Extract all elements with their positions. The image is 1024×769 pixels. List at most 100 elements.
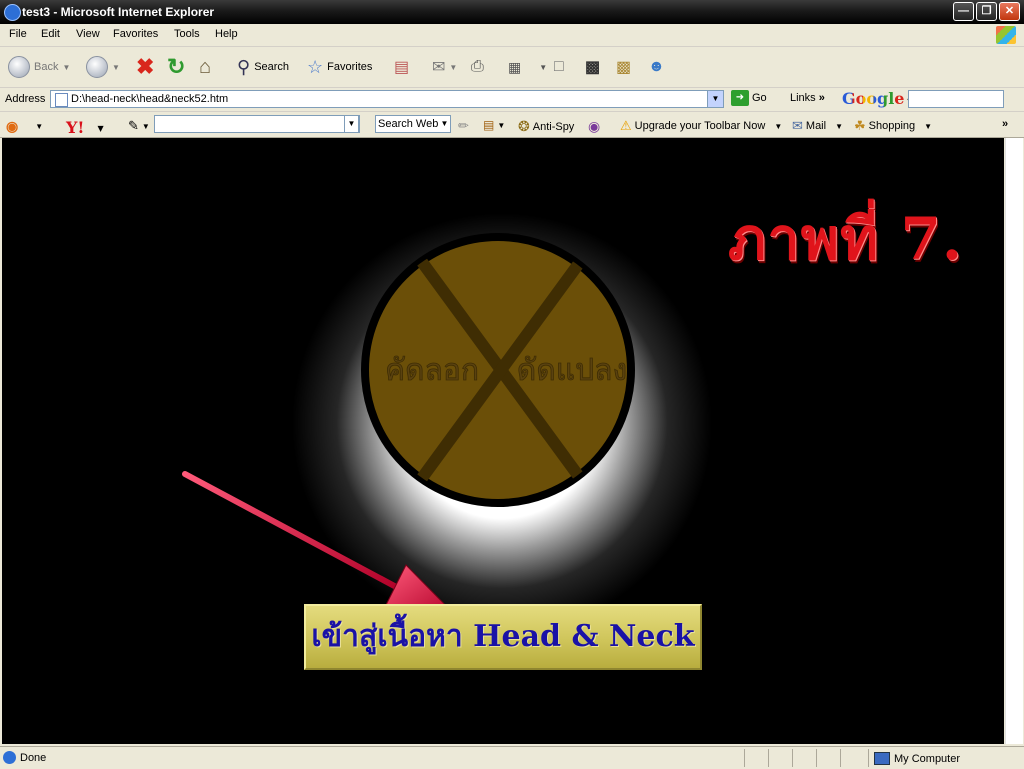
go-arrow-icon: ➜ xyxy=(731,90,749,106)
links-button[interactable]: Links » xyxy=(790,92,825,104)
forward-arrow-icon xyxy=(86,56,108,78)
chevron-down-icon[interactable]: ▼ xyxy=(344,115,359,133)
media-button[interactable]: ▩ xyxy=(616,55,631,79)
shopping-bag-icon: ☘ xyxy=(854,118,866,133)
chevron-down-icon: ▼ xyxy=(62,62,71,72)
search-label: Search xyxy=(254,61,290,73)
messenger-button[interactable]: ☻ xyxy=(648,55,665,79)
history-button[interactable]: ▤ xyxy=(394,55,409,79)
refresh-button[interactable]: ↻ xyxy=(167,54,186,79)
print-button[interactable]: ⎙ xyxy=(471,55,484,79)
address-bar: Address D:\head-neck\head&neck52.htm ▼ ➜… xyxy=(0,88,1024,112)
pencil-icon: ✎ xyxy=(128,118,139,133)
chevron-down-icon[interactable]: ▼ xyxy=(707,91,723,107)
computer-icon xyxy=(874,752,890,765)
status-bar: Done My Computer xyxy=(0,746,1024,769)
edit-button[interactable]: ▦ ▼ xyxy=(508,55,547,79)
anti-spy-icon: ❂ xyxy=(518,118,530,134)
yahoo-button[interactable]: Y! ▼ xyxy=(66,118,104,137)
yahoo-logo-icon: Y! xyxy=(66,118,85,137)
address-input[interactable]: D:\head-neck\head&neck52.htm ▼ xyxy=(50,90,724,108)
highlight-button[interactable]: ✏ xyxy=(458,118,469,134)
mail-link[interactable]: ✉ Mail ▼ xyxy=(792,118,843,134)
pencil-button[interactable]: ✎ ▼ xyxy=(128,118,150,134)
research-button[interactable]: ▩ xyxy=(585,55,600,79)
discuss-button[interactable]: □ xyxy=(554,55,564,79)
favorites-label: Favorites xyxy=(327,61,373,73)
star-icon: ☆ xyxy=(307,56,324,77)
menu-file[interactable]: File xyxy=(9,28,27,40)
google-label: Google xyxy=(842,89,905,108)
discuss-icon: □ xyxy=(554,58,564,75)
go-button[interactable]: ➜ Go xyxy=(731,90,767,106)
windows-logo-icon xyxy=(996,26,1016,44)
standard-toolbar: Back ▼ ▼ ✖ ↻ ⌂ ⚲ Search ☆ Favorites ▤ ✉ ▼… xyxy=(0,47,1024,88)
mail-label: Mail xyxy=(805,120,827,132)
history-icon: ▤ xyxy=(394,59,410,76)
menu-view[interactable]: View xyxy=(76,28,100,40)
forward-button[interactable]: ▼ xyxy=(86,55,120,79)
yahoo-search-input[interactable] xyxy=(154,115,360,133)
warning-icon: ⚠ xyxy=(620,118,632,133)
favorites-button[interactable]: ☆ Favorites xyxy=(307,55,372,79)
links-label: Links xyxy=(790,92,816,104)
search-button[interactable]: ⚲ Search xyxy=(237,55,289,79)
status-text: Done xyxy=(20,752,47,764)
minimize-button[interactable]: — xyxy=(953,2,974,21)
back-button[interactable]: Back ▼ xyxy=(8,55,70,79)
headphones-button[interactable]: ◉ xyxy=(588,118,600,135)
google-search-input[interactable] xyxy=(908,90,1004,108)
anti-spy-button[interactable]: ❂ Anti-Spy xyxy=(518,118,574,135)
edit-icon: ▦ xyxy=(508,58,522,75)
media-icon: ▩ xyxy=(616,59,632,76)
upgrade-label: Upgrade your Toolbar Now xyxy=(634,120,766,132)
messenger-icon: ☻ xyxy=(648,58,665,75)
home-button[interactable]: ⌂ xyxy=(199,55,211,79)
page-content: คัดลอก ดัดแปลง ภาพที่ 7. เข้าสู่เนื้อหา … xyxy=(2,138,1004,744)
menu-tools[interactable]: Tools xyxy=(174,28,200,40)
shopping-link[interactable]: ☘ Shopping ▼ xyxy=(854,118,932,134)
home-icon: ⌂ xyxy=(199,55,212,78)
calendar-icon: ▤ xyxy=(483,118,495,132)
window-title: test3 - Microsoft Internet Explorer xyxy=(22,5,215,19)
vertical-scrollbar[interactable] xyxy=(1005,138,1023,744)
maximize-button[interactable]: ❐ xyxy=(976,2,997,21)
anti-spy-label: Anti-Spy xyxy=(532,120,575,133)
close-button[interactable]: ✕ xyxy=(999,2,1020,21)
search-icon: ⚲ xyxy=(237,56,251,77)
chevron-down-icon: ▼ xyxy=(112,62,120,72)
envelope-icon: ✉ xyxy=(432,59,446,76)
calendar-button[interactable]: ▤ ▼ xyxy=(483,118,505,132)
back-label: Back xyxy=(34,61,59,73)
upgrade-toolbar-link[interactable]: ⚠ Upgrade your Toolbar Now ▼ xyxy=(620,118,782,134)
back-arrow-icon xyxy=(8,56,30,78)
headphones-icon: ◉ xyxy=(588,118,601,134)
mail-button[interactable]: ✉ ▼ xyxy=(432,55,457,79)
more-chevron-icon[interactable]: » xyxy=(1002,118,1008,130)
google-logo[interactable]: Google ▼ xyxy=(842,89,913,108)
stop-button[interactable]: ✖ xyxy=(136,54,155,79)
internet-explorer-icon xyxy=(3,751,16,764)
printer-icon: ⎙ xyxy=(471,58,484,75)
address-url: D:\head-neck\head&neck52.htm xyxy=(71,93,229,105)
chevron-down-icon[interactable]: ▼ xyxy=(438,115,451,133)
internet-explorer-icon xyxy=(4,4,21,21)
menu-favorites[interactable]: Favorites xyxy=(113,28,158,40)
stop-icon: ✖ xyxy=(136,54,155,79)
menu-help[interactable]: Help xyxy=(215,28,238,40)
page-icon xyxy=(55,93,68,107)
research-icon: ▩ xyxy=(585,59,601,76)
go-label: Go xyxy=(752,92,767,104)
toolbar-eye-button[interactable]: ◉ ▼ xyxy=(6,118,43,135)
highlighter-icon: ✏ xyxy=(458,118,469,133)
refresh-icon: ↻ xyxy=(167,54,186,79)
menu-edit[interactable]: Edit xyxy=(41,28,60,40)
zone-indicator: My Computer xyxy=(874,752,960,765)
menu-bar: File Edit View Favorites Tools Help xyxy=(0,24,1024,47)
yahoo-toolbar: ◉ ▼ Y! ▼ ✎ ▼ ▼ Search Web ▼ ✏ ▤ ▼ ❂ Anti-Spy … xyxy=(0,112,1024,138)
shopping-label: Shopping xyxy=(868,120,916,132)
enter-content-button[interactable]: เข้าสู่เนื้อหา Head & Neck xyxy=(304,604,702,670)
envelope-icon: ✉ xyxy=(792,118,803,133)
eye-icon: ◉ xyxy=(6,118,19,134)
search-web-label: Search Web xyxy=(378,118,439,130)
